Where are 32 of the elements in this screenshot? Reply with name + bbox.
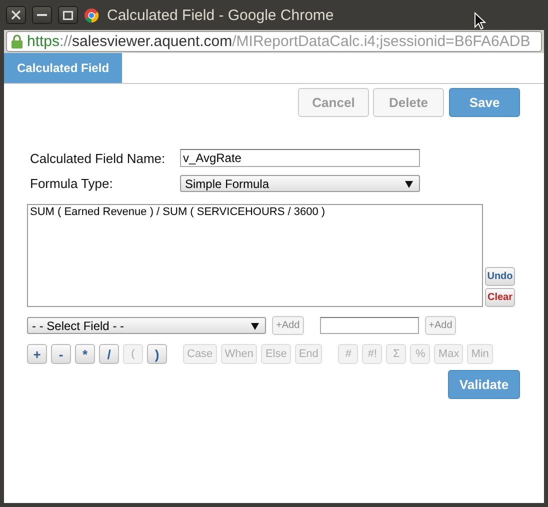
save-button[interactable]: Save <box>449 88 520 117</box>
close-icon <box>11 10 21 20</box>
maximize-button[interactable] <box>58 6 78 24</box>
operator-button[interactable]: * <box>75 344 95 364</box>
mouse-pointer-icon <box>474 12 486 30</box>
formula-type-label: Formula Type: <box>30 176 114 191</box>
operator-button[interactable]: ) <box>147 344 167 364</box>
minimize-button[interactable] <box>32 6 52 24</box>
maximize-icon <box>63 10 73 20</box>
field-name-label: Calculated Field Name: <box>30 150 166 166</box>
add-field-button[interactable]: +Add <box>272 316 304 335</box>
field-dropdown[interactable]: - - Select Field - - <box>27 317 266 334</box>
formula-type-dropdown[interactable]: Simple Formula <box>180 175 420 192</box>
dropdown-arrow-icon <box>405 180 413 188</box>
minimize-icon <box>37 14 47 16</box>
clear-button[interactable]: Clear <box>485 288 515 307</box>
operator-button[interactable]: - <box>51 344 71 364</box>
formula-text-area[interactable]: SUM ( Earned Revenue ) / SUM ( SERVICEHOURS / 3600 ) <box>27 204 483 307</box>
dropdown-arrow-icon <box>251 322 259 330</box>
address-field[interactable]: https://salesviewer.aquent.com/MIReportDataCalc.i4;jsessionid=B6FA6ADB <box>6 31 542 52</box>
constant-input[interactable] <box>320 317 419 334</box>
close-button[interactable] <box>6 6 26 24</box>
operator-button[interactable]: + <box>27 344 47 364</box>
undo-button[interactable]: Undo <box>485 267 515 286</box>
tab[interactable]: Calculated Field <box>4 53 122 83</box>
lock-icon <box>11 34 23 49</box>
operator-button[interactable]: / <box>99 344 119 364</box>
validate-button[interactable]: Validate <box>448 370 520 399</box>
window-title: Calculated Field - Google Chrome <box>107 6 334 24</box>
browser-logo-icon <box>84 8 99 22</box>
add-constant-button[interactable]: +Add <box>424 316 456 335</box>
field-name-input[interactable]: v_AvgRate <box>180 149 420 167</box>
